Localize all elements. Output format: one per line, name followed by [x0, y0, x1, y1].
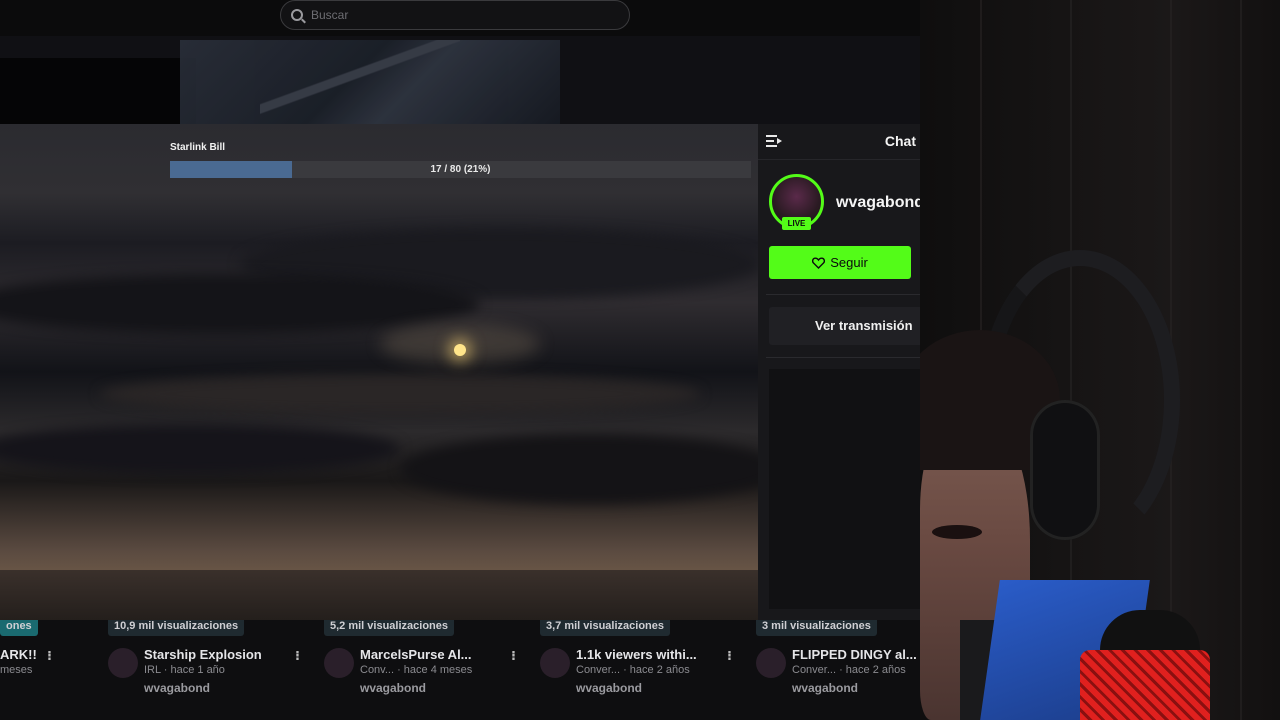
headphone-earcup [1030, 400, 1100, 540]
video-card[interactable]: 10,9 mil visualizaciones Starship Explos… [108, 618, 316, 720]
views-pill: 5,2 mil visualizaciones [324, 618, 455, 636]
curtain-fold [1240, 0, 1242, 720]
video-card[interactable]: 3 mil visualizaciones FLIPPED DINGY al..… [756, 618, 920, 720]
more-options-icon[interactable]: ⁝ [727, 648, 732, 664]
goal-label: Starlink Bill [170, 142, 226, 153]
avatar [108, 648, 138, 678]
video-title: FLIPPED DINGY al... [792, 647, 917, 662]
chat-messages-area[interactable] [769, 369, 920, 609]
video-channel[interactable]: wvagabond [576, 681, 642, 695]
watch-stream-button[interactable]: Ver transmisión [769, 307, 920, 345]
video-channel[interactable]: wvagabond [144, 681, 210, 695]
cloud [0, 424, 400, 474]
channel-name[interactable]: wvagabond [836, 194, 920, 212]
banner-dark-block [0, 58, 196, 126]
banner-art [180, 40, 560, 126]
avatar [324, 648, 354, 678]
views-pill: 10,9 mil visualizaciones [108, 618, 245, 636]
video-player[interactable] [0, 124, 758, 620]
channel-banner [0, 36, 920, 126]
video-meta: Conver... · hace 2 años [576, 664, 690, 676]
follow-label: Seguir [830, 255, 868, 270]
search-icon [291, 9, 303, 21]
video-meta: meses [0, 664, 33, 676]
microphone-cover [1080, 650, 1210, 720]
webcam-feed [920, 0, 1280, 720]
chat-title: Chat [884, 133, 916, 149]
streamer-eye [932, 525, 982, 539]
video-card[interactable]: ones ARK!! meses ⁝ [0, 618, 68, 720]
search-input[interactable] [311, 8, 601, 22]
video-card[interactable]: 3,7 mil visualizaciones 1.1k viewers wit… [540, 618, 748, 720]
video-meta: Conver... · hace 2 años [792, 664, 906, 676]
video-card[interactable]: 5,2 mil visualizaciones MarcelsPurse Al.… [324, 618, 532, 720]
goal-progress-bar: 17 / 80 (21%) [170, 161, 751, 178]
video-thumbnail-row: ones ARK!! meses ⁝ 10,9 mil visualizacio… [0, 618, 920, 720]
divider [766, 294, 920, 295]
light-in-sky [454, 344, 466, 356]
avatar [540, 648, 570, 678]
avatar [756, 648, 786, 678]
chat-panel: Chat LIVE wvagabond Seguir Ver transmisi… [758, 124, 920, 620]
views-pill: 3 mil visualizaciones [756, 618, 877, 636]
video-title: ARK!! [0, 647, 37, 662]
video-channel[interactable]: wvagabond [360, 681, 426, 695]
video-title: MarcelsPurse Al... [360, 647, 472, 662]
top-bar [0, 0, 920, 36]
follow-button[interactable]: Seguir [769, 246, 911, 279]
collapse-chat-icon[interactable] [766, 134, 782, 148]
divider [766, 357, 920, 358]
horizon [0, 570, 758, 620]
live-badge: LIVE [782, 217, 811, 230]
cloud [100, 374, 700, 414]
video-channel[interactable]: wvagabond [792, 681, 858, 695]
search-bar[interactable] [280, 0, 630, 30]
goal-progress-text: 17 / 80 (21%) [430, 164, 491, 175]
views-pill: 3,7 mil visualizaciones [540, 618, 671, 636]
video-title: Starship Explosion [144, 647, 262, 662]
more-options-icon[interactable]: ⁝ [47, 648, 52, 664]
chat-header: Chat [758, 124, 920, 159]
more-options-icon[interactable]: ⁝ [295, 648, 300, 664]
cloud [400, 434, 758, 504]
views-pill: ones [0, 618, 38, 636]
more-options-icon[interactable]: ⁝ [511, 648, 516, 664]
heart-icon [812, 256, 826, 269]
video-meta: Conv... · hace 4 meses [360, 664, 473, 676]
video-title: 1.1k viewers withi... [576, 647, 697, 662]
video-meta: IRL · hace 1 año [144, 664, 225, 676]
cloud [0, 274, 480, 334]
divider [758, 159, 920, 160]
